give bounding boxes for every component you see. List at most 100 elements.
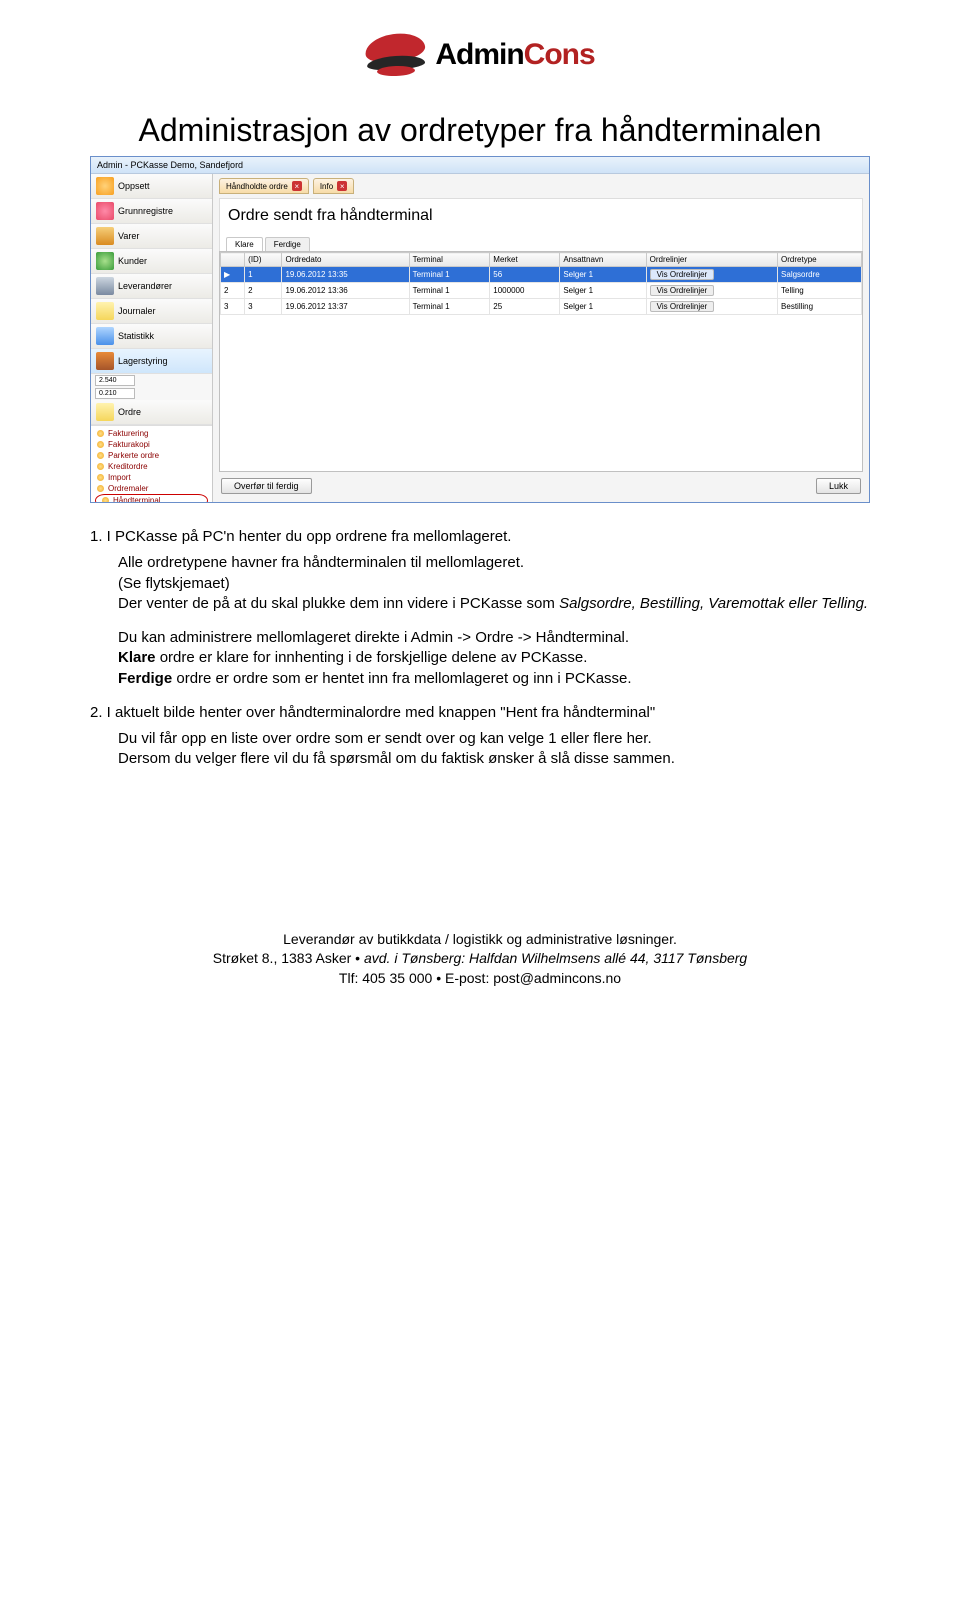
cell-terminal: Terminal 1 [409, 267, 490, 283]
registry-icon [96, 202, 114, 220]
paragraph: Klare ordre er klare for innhenting i de… [118, 648, 870, 668]
show-orderlines-button[interactable]: Vis Ordrelinjer [650, 285, 715, 296]
sidebar-item-statistikk[interactable]: Statistikk [91, 324, 212, 349]
sidebar-item-lagerstyring[interactable]: Lagerstyring [91, 349, 212, 374]
sidebar-item-journaler[interactable]: Journaler [91, 299, 212, 324]
col-header[interactable]: Ordredato [282, 253, 409, 267]
page-footer: Leverandør av butikkdata / logistikk og … [90, 930, 870, 1009]
sidebar-item-oppsett[interactable]: Oppsett [91, 174, 212, 199]
col-header[interactable]: Terminal [409, 253, 490, 267]
bullet-icon [97, 474, 104, 481]
row-pointer: ▶ [221, 267, 245, 283]
tab-handholdte-ordre[interactable]: Håndholdte ordre × [219, 178, 309, 194]
sub-item-ordremaler[interactable]: Ordremaler [91, 483, 212, 494]
footer-line-1: Leverandør av butikkdata / logistikk og … [90, 930, 870, 950]
transfer-button[interactable]: Overfør til ferdig [221, 478, 312, 494]
show-orderlines-button[interactable]: Vis Ordrelinjer [650, 269, 715, 280]
show-orderlines-button[interactable]: Vis Ordrelinjer [650, 301, 715, 312]
sidebar-item-kunder[interactable]: Kunder [91, 249, 212, 274]
chart-icon [96, 327, 114, 345]
panel-footer: Overfør til ferdig Lukk [219, 476, 863, 496]
col-header[interactable]: Ansattnavn [560, 253, 646, 267]
close-icon[interactable]: × [292, 181, 302, 191]
sidebar: Oppsett Grunnregistre Varer Kunder Lever… [91, 174, 213, 502]
cell-id: 1 [245, 267, 282, 283]
cell-employee: Selger 1 [560, 267, 646, 283]
subtab-klare[interactable]: Klare [226, 237, 263, 251]
cell-mark: 56 [490, 267, 560, 283]
close-button[interactable]: Lukk [816, 478, 861, 494]
logo: AdminCons [90, 30, 870, 80]
sidebar-item-grunnregistre[interactable]: Grunnregistre [91, 199, 212, 224]
tab-info[interactable]: Info × [313, 178, 354, 194]
sidebar-item-label: Leverandører [118, 281, 172, 291]
cell-mark: 25 [490, 299, 560, 315]
page-title: Administrasjon av ordretyper fra håndter… [90, 110, 870, 150]
sidebar-item-ordre[interactable]: Ordre [91, 400, 212, 425]
footer-line-3: Tlf: 405 35 000 • E-post: post@admincons… [90, 969, 870, 989]
subtabs: Klare Ferdige [219, 233, 863, 251]
logo-swirl-icon [365, 30, 425, 80]
sub-item-fakturering[interactable]: Fakturering [91, 428, 212, 439]
grid-row[interactable]: ▶ 1 19.06.2012 13:35 Terminal 1 56 Selge… [221, 267, 862, 283]
row-pointer: 2 [221, 283, 245, 299]
gear-icon [96, 177, 114, 195]
paragraph: Alle ordretypene havner fra håndterminal… [118, 553, 870, 573]
col-header[interactable] [221, 253, 245, 267]
row-pointer: 3 [221, 299, 245, 315]
col-header[interactable]: Merket [490, 253, 560, 267]
tab-label: Håndholdte ordre [226, 182, 288, 191]
paragraph: Du vil får opp en liste over ordre som e… [118, 729, 870, 749]
close-icon[interactable]: × [337, 181, 347, 191]
sidebar-item-leverandorer[interactable]: Leverandører [91, 274, 212, 299]
sub-item-handterminal[interactable]: Håndterminal [95, 494, 208, 502]
cell-type: Telling [778, 283, 862, 299]
cell-mark: 1000000 [490, 283, 560, 299]
logo-text: AdminCons [435, 38, 594, 72]
indicator-value: 2.540 [95, 375, 135, 386]
sidebar-sublist: Fakturering Fakturakopi Parkerte ordre K… [91, 425, 212, 502]
sub-item-import[interactable]: Import [91, 472, 212, 483]
cell-date: 19.06.2012 13:35 [282, 267, 409, 283]
bullet-icon [97, 441, 104, 448]
order-icon [96, 403, 114, 421]
sub-item-fakturakopi[interactable]: Fakturakopi [91, 439, 212, 450]
grid-row[interactable]: 3 3 19.06.2012 13:37 Terminal 1 25 Selge… [221, 299, 862, 315]
window-tabstrip: Håndholdte ordre × Info × [219, 178, 863, 194]
panel-heading: Ordre sendt fra håndterminal [219, 198, 863, 233]
journal-icon [96, 302, 114, 320]
sidebar-item-label: Varer [118, 231, 139, 241]
col-header[interactable]: Ordretype [778, 253, 862, 267]
people-icon [96, 252, 114, 270]
sidebar-item-label: Oppsett [118, 181, 150, 191]
paragraph: Ferdige ordre er ordre som er hentet inn… [118, 669, 870, 689]
sidebar-item-label: Journaler [118, 306, 156, 316]
app-titlebar: Admin - PCKasse Demo, Sandefjord [91, 157, 869, 174]
footer-line-2: Strøket 8., 1383 Asker • avd. i Tønsberg… [90, 949, 870, 969]
orders-grid[interactable]: (ID) Ordredato Terminal Merket Ansattnav… [219, 251, 863, 472]
sidebar-item-label: Grunnregistre [118, 206, 173, 216]
main-panel: Håndholdte ordre × Info × Ordre sendt fr… [213, 174, 869, 502]
grid-row[interactable]: 2 2 19.06.2012 13:36 Terminal 1 1000000 … [221, 283, 862, 299]
sub-item-kreditordre[interactable]: Kreditordre [91, 461, 212, 472]
paragraph: Dersom du velger flere vil du få spørsmå… [118, 749, 870, 769]
bullet-icon [97, 452, 104, 459]
paragraph: (Se flytskjemaet) Der venter de på at du… [118, 574, 870, 615]
col-header[interactable]: Ordrelinjer [646, 253, 777, 267]
paragraph: Du kan administrere mellomlageret direkt… [118, 628, 870, 648]
cell-terminal: Terminal 1 [409, 283, 490, 299]
cell-date: 19.06.2012 13:37 [282, 299, 409, 315]
bullet-icon [97, 430, 104, 437]
subtab-ferdige[interactable]: Ferdige [265, 237, 310, 251]
cell-date: 19.06.2012 13:36 [282, 283, 409, 299]
cell-employee: Selger 1 [560, 299, 646, 315]
sidebar-item-label: Statistikk [118, 331, 154, 341]
forklift-icon [96, 352, 114, 370]
sub-item-parkerte-ordre[interactable]: Parkerte ordre [91, 450, 212, 461]
col-header[interactable]: (ID) [245, 253, 282, 267]
tab-label: Info [320, 182, 333, 191]
cell-type: Bestilling [778, 299, 862, 315]
app-window: Admin - PCKasse Demo, Sandefjord Oppsett… [90, 156, 870, 503]
cell-terminal: Terminal 1 [409, 299, 490, 315]
sidebar-item-varer[interactable]: Varer [91, 224, 212, 249]
